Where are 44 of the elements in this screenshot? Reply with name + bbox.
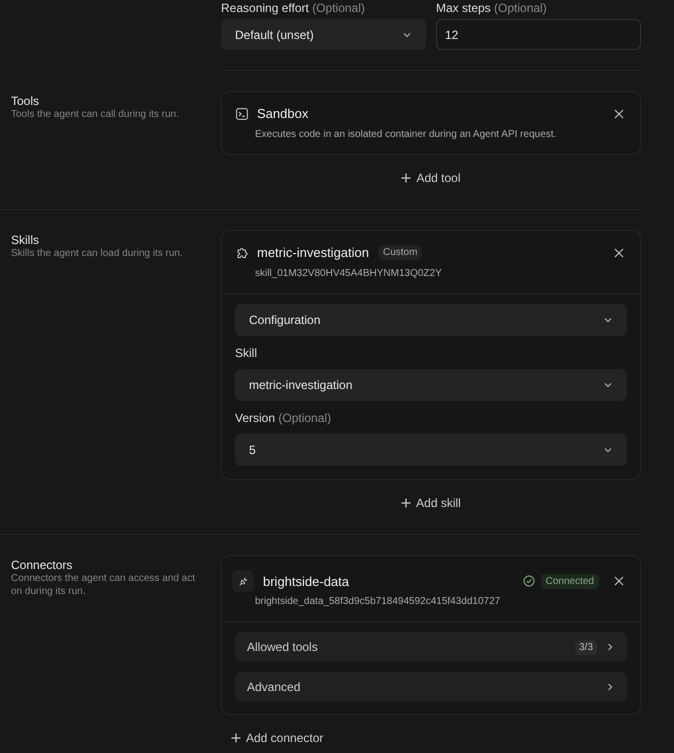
section-description: Connectors the agent can access and act on during its run. [11,572,196,598]
section-description: Tools the agent can call during its run. [11,108,180,121]
connector-id: brightside_data_58f3d9c5b718494592c415f43dd10727 [254,595,502,609]
close-button[interactable] [612,106,626,120]
skill-name: metric-investigation [257,245,369,260]
expandable-row[interactable]: Allowed tools 3/3 [235,632,627,662]
close-button[interactable] [612,246,626,260]
chevron-down-icon [603,380,613,390]
chevron-down-icon [603,445,613,455]
chevron-right-icon [605,642,615,652]
add-button[interactable]: Add tool [399,169,463,187]
terminal-icon [236,108,248,120]
status-badge: Connected [540,574,599,588]
connector-name: brightside-data [263,574,349,588]
section-title: Tools [11,94,40,108]
puzzle-icon [236,246,248,258]
plus-icon [401,173,412,183]
field-label: Reasoning effort (Optional) [221,1,366,15]
plug-icon [232,570,254,592]
chevron-right-icon [605,682,615,692]
skill-badge: Custom [378,245,422,260]
plus-icon [401,498,412,508]
section-description: Skills the agent can load during its run. [11,247,184,260]
add-button[interactable]: Add skill [399,494,463,512]
add-button[interactable]: Add connector [229,729,326,747]
check-circle-icon [522,575,535,587]
section-title: Connectors [11,558,74,572]
tool-description: Executes code in an isolated container during an Agent API request. [254,128,558,142]
close-button[interactable] [612,574,626,588]
field-label: Version (Optional) [235,411,332,425]
configuration-toggle[interactable]: Configuration [235,304,627,336]
select-field[interactable]: Default (unset) [221,19,426,50]
field-label: Skill [235,346,258,360]
skill-id: skill_01M32V80HV45A4BHYNM13Q0Z2Y [254,267,443,281]
plus-icon [231,733,241,743]
select-field[interactable]: metric-investigation [235,369,627,401]
select-field[interactable]: 5 [235,434,627,466]
count-badge: 3/3 [575,640,597,654]
section-title: Skills [11,233,40,247]
field-label: Max steps (Optional) [436,1,548,15]
expandable-row[interactable]: Advanced [235,672,627,702]
tool-name: Sandbox [257,106,308,121]
chevron-down-icon [603,315,613,325]
input-field[interactable]: 12 [436,19,641,50]
